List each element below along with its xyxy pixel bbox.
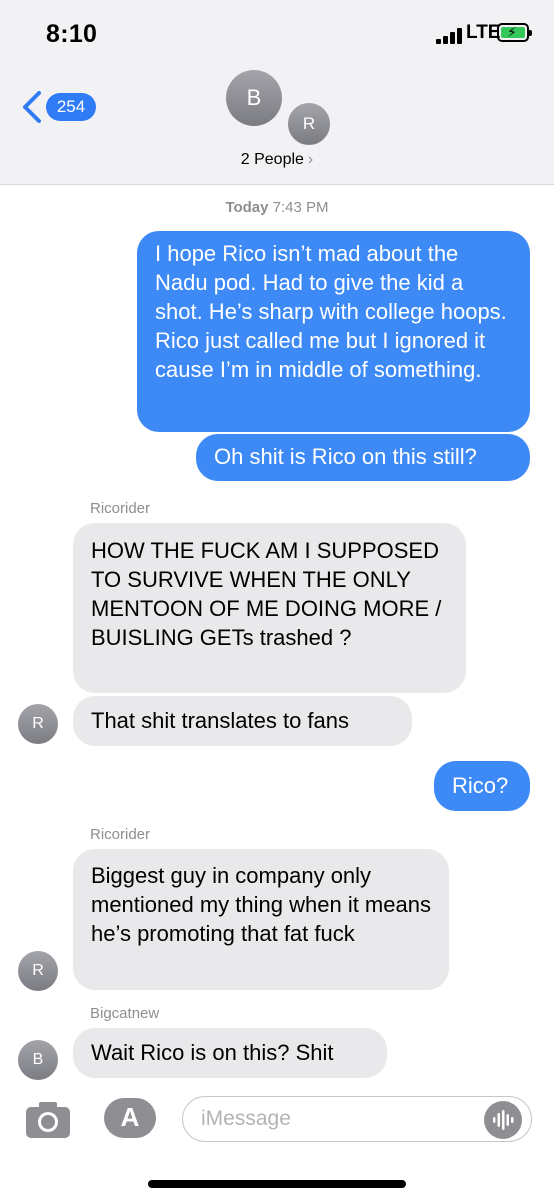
sender-name: Ricorider [90, 500, 151, 517]
incoming-message[interactable]: Wait Rico is on this? Shit [73, 1028, 387, 1078]
sender-name: Ricorider [90, 826, 151, 843]
avatar[interactable]: R [18, 704, 58, 744]
outgoing-message[interactable]: I hope Rico isn’t mad about the Nadu pod… [137, 231, 530, 432]
group-title: 2 People [240, 151, 304, 168]
avatar[interactable]: B [226, 70, 282, 126]
avatar[interactable]: R [18, 951, 58, 991]
app-store-icon: A [120, 1102, 140, 1132]
app-store-button[interactable]: A [104, 1098, 156, 1138]
message-timestamp: Today 7:43 PM [225, 199, 329, 216]
message-input[interactable] [201, 1104, 481, 1134]
avatar[interactable]: B [18, 1040, 58, 1080]
home-indicator [148, 1180, 406, 1188]
incoming-message[interactable]: Biggest guy in company only mentioned my… [73, 849, 449, 990]
waveform-icon [493, 1110, 514, 1130]
network-type: LTE [466, 22, 501, 43]
status-time: 8:10 [46, 20, 98, 48]
chevron-right-icon: › [307, 151, 314, 168]
camera-icon[interactable] [24, 1100, 72, 1140]
battery-charging-icon: ⚡ [497, 23, 532, 42]
back-chevron-icon[interactable] [18, 90, 48, 124]
outgoing-message[interactable]: Rico? [434, 761, 530, 811]
avatar[interactable]: R [286, 101, 332, 147]
group-details-button[interactable]: 2 People › [0, 151, 554, 169]
unread-count-badge[interactable]: 254 [46, 93, 96, 121]
audio-message-button[interactable] [484, 1101, 522, 1139]
sender-name: Bigcatnew [90, 1005, 160, 1022]
incoming-message[interactable]: That shit translates to fans [73, 696, 412, 746]
cellular-signal-icon [436, 28, 464, 44]
outgoing-message[interactable]: Oh shit is Rico on this still? [196, 434, 530, 481]
incoming-message[interactable]: HOW THE FUCK AM I SUPPOSED TO SURVIVE WH… [73, 523, 466, 693]
conversation-header: 8:10 LTE ⚡ 254 B R 2 People › [0, 0, 554, 185]
message-input-field[interactable] [182, 1096, 532, 1142]
